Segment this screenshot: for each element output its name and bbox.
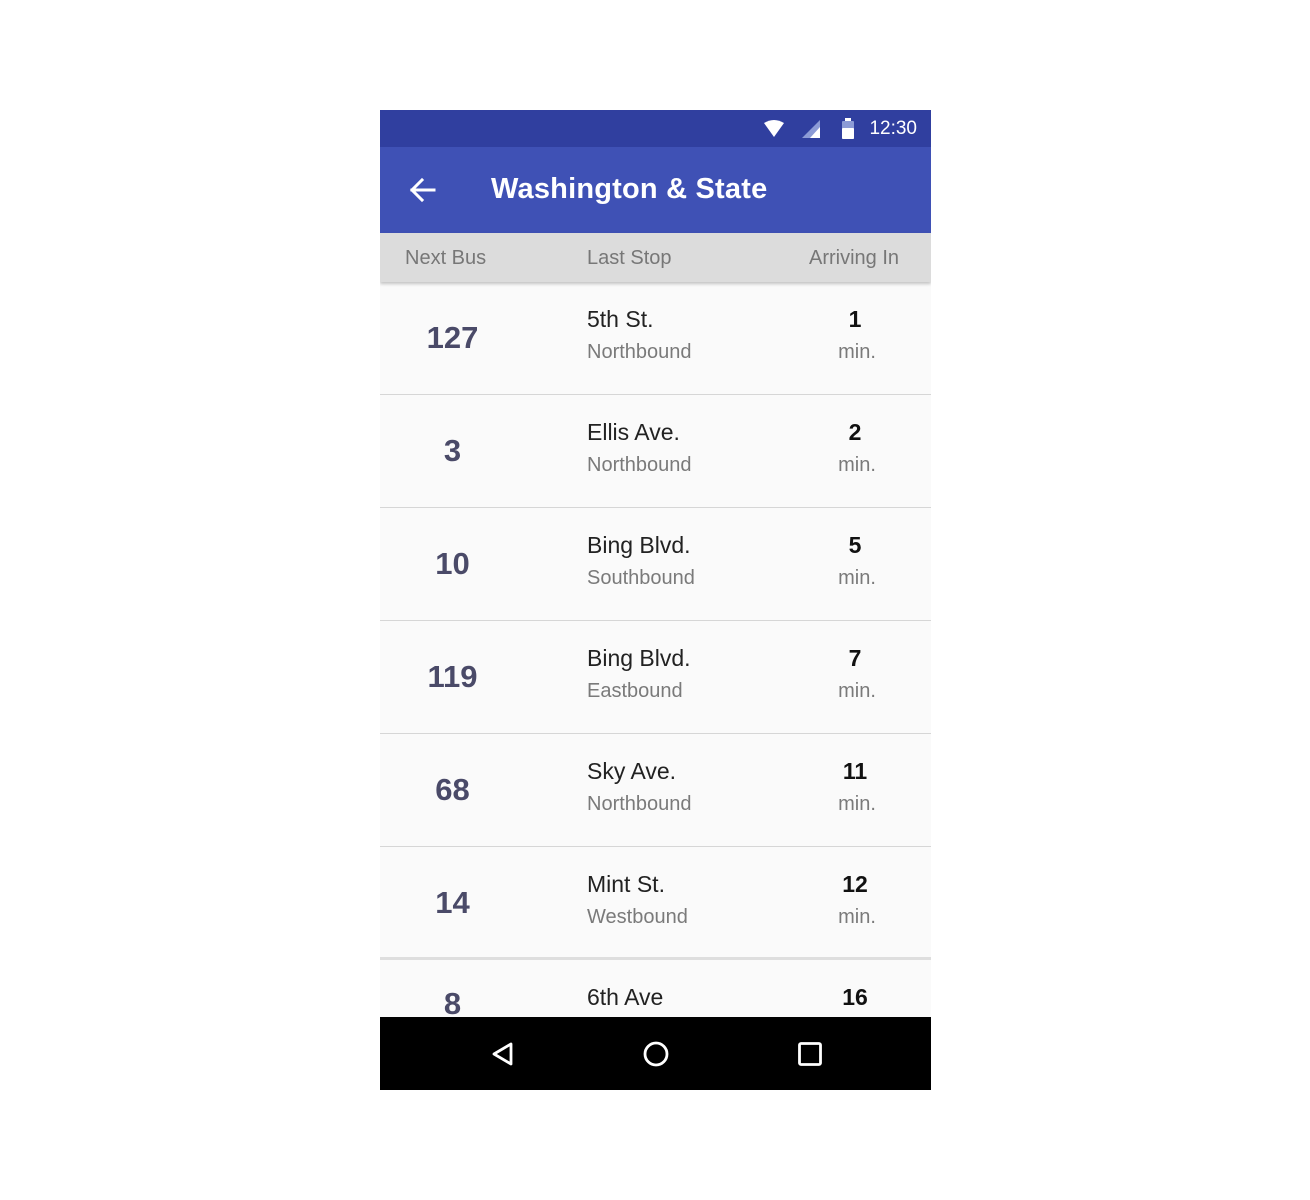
bus-number: 68 (435, 772, 470, 807)
status-time: 12:30 (869, 118, 917, 139)
list-item[interactable]: 68 Sky Ave. Northbound 11 min. (380, 734, 931, 847)
list-item[interactable]: 119 Bing Blvd. Eastbound 7 min. (380, 621, 931, 734)
wifi-icon (763, 110, 785, 147)
bus-number: 14 (435, 885, 470, 920)
arrival-minutes: 11 (842, 758, 868, 784)
direction: Westbound (587, 906, 688, 928)
bus-number: 3 (443, 433, 462, 468)
direction: Northbound (587, 341, 692, 363)
arrival-unit: min. (838, 680, 876, 702)
arrival-minutes: 12 (842, 871, 868, 897)
home-circle-icon (643, 1041, 669, 1066)
arrow-left-icon (409, 177, 436, 203)
arrival-minutes: 5 (848, 532, 862, 558)
back-triangle-icon (492, 1042, 513, 1065)
last-stop-name: Bing Blvd. (587, 645, 691, 671)
phone-screen: 12:30 Washington & State Next Bus Last S… (380, 110, 931, 1090)
nav-recents-button[interactable] (780, 1017, 840, 1090)
arrival-minutes: 1 (848, 306, 862, 332)
bus-number: 10 (435, 546, 470, 581)
direction: Southbound (587, 567, 695, 589)
arrival-unit: min. (838, 793, 876, 815)
arrival-minutes: 2 (848, 419, 862, 445)
page-title: Washington & State (491, 173, 768, 205)
bus-number: 127 (426, 320, 479, 355)
direction: Northbound (587, 454, 692, 476)
last-stop-name: 5th St. (587, 306, 654, 332)
arrival-unit: min. (838, 906, 876, 928)
list-item[interactable]: 127 5th St. Northbound 1 min. (380, 282, 931, 395)
arrivals-list[interactable]: 127 5th St. Northbound 1 min. 3 Ellis Av… (380, 282, 931, 1072)
app-bar: Washington & State (380, 147, 931, 233)
list-item[interactable]: 3 Ellis Ave. Northbound 2 min. (380, 395, 931, 508)
nav-back-button[interactable] (473, 1017, 533, 1090)
cellular-signal-icon (801, 110, 821, 147)
direction: Northbound (587, 793, 692, 815)
column-header: Next Bus Last Stop Arriving In (380, 233, 931, 282)
status-bar: 12:30 (380, 110, 931, 147)
last-stop-name: 6th Ave (587, 984, 664, 1010)
arrival-minutes: 7 (848, 645, 862, 671)
arrival-unit: min. (838, 341, 876, 363)
arrival-unit: min. (838, 454, 876, 476)
bus-number: 119 (427, 659, 478, 694)
list-item[interactable]: 14 Mint St. Westbound 12 min. (380, 847, 931, 960)
battery-icon (841, 110, 855, 147)
arrival-minutes: 16 (842, 984, 868, 1010)
list-item[interactable]: 10 Bing Blvd. Southbound 5 min. (380, 508, 931, 621)
arrival-unit: min. (838, 567, 876, 589)
last-stop-name: Mint St. (587, 871, 665, 897)
column-header-last-stop: Last Stop (587, 247, 672, 269)
last-stop-name: Sky Ave. (587, 758, 677, 784)
column-header-next-bus: Next Bus (405, 247, 487, 269)
direction: Eastbound (587, 680, 683, 702)
back-button[interactable] (398, 166, 446, 214)
last-stop-name: Ellis Ave. (587, 419, 680, 445)
column-header-arriving-in: Arriving In (809, 247, 900, 269)
nav-home-button[interactable] (626, 1017, 686, 1090)
last-stop-name: Bing Blvd. (587, 532, 691, 558)
recents-square-icon (798, 1041, 822, 1066)
system-nav-bar (380, 1017, 931, 1090)
